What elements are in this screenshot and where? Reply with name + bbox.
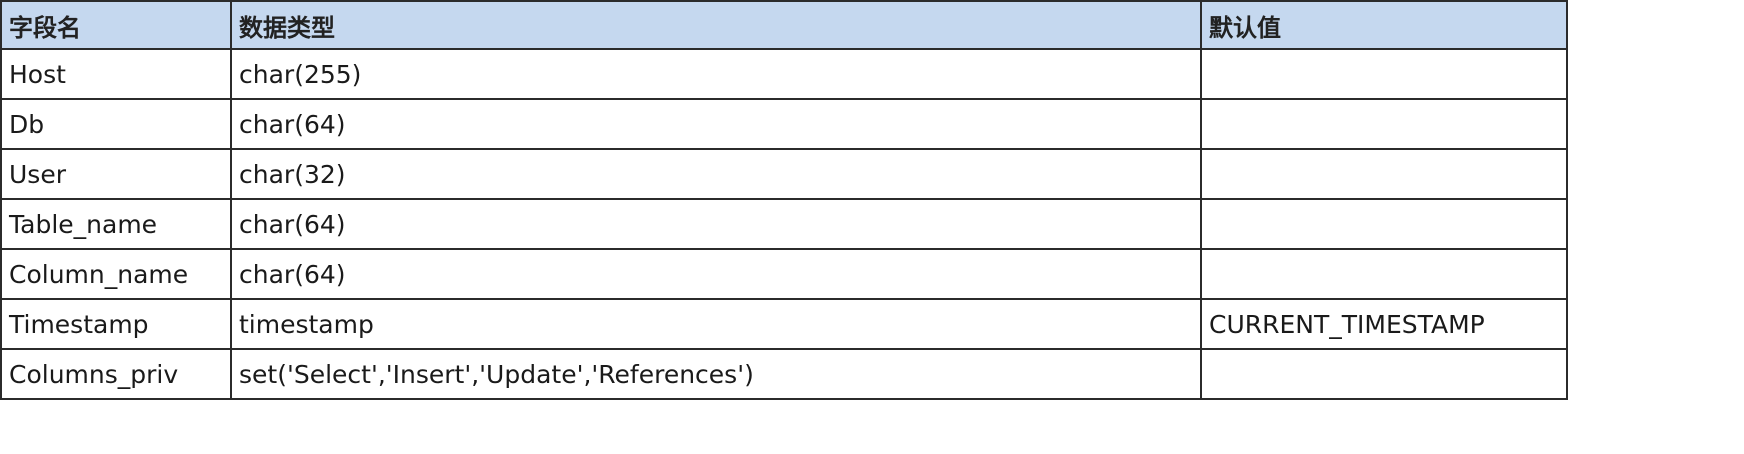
header-field-name: 字段名 [0, 0, 232, 50]
columns-priv-schema-table: 字段名 数据类型 默认值 Host char(255) Db char(64) … [0, 0, 1568, 400]
table-row: Table_name char(64) [0, 198, 1568, 250]
table-container: 字段名 数据类型 默认值 Host char(255) Db char(64) … [0, 0, 1568, 400]
cell-data-type: char(64) [230, 98, 1202, 150]
cell-field-name: Timestamp [0, 298, 232, 350]
cell-data-type: char(255) [230, 48, 1202, 100]
cell-default-value [1200, 348, 1568, 400]
table-row: Column_name char(64) [0, 248, 1568, 300]
cell-default-value: CURRENT_TIMESTAMP [1200, 298, 1568, 350]
cell-data-type: set('Select','Insert','Update','Referenc… [230, 348, 1202, 400]
table-row: Host char(255) [0, 48, 1568, 100]
cell-data-type: char(64) [230, 248, 1202, 300]
cell-field-name: Column_name [0, 248, 232, 300]
cell-default-value [1200, 98, 1568, 150]
table-body: Host char(255) Db char(64) User char(32)… [0, 48, 1568, 400]
cell-field-name: Table_name [0, 198, 232, 250]
table-row: User char(32) [0, 148, 1568, 200]
cell-default-value [1200, 48, 1568, 100]
header-data-type: 数据类型 [230, 0, 1202, 50]
cell-data-type: timestamp [230, 298, 1202, 350]
table-header: 字段名 数据类型 默认值 [0, 0, 1568, 50]
cell-default-value [1200, 198, 1568, 250]
header-row: 字段名 数据类型 默认值 [0, 0, 1568, 50]
cell-field-name: Host [0, 48, 232, 100]
cell-field-name: User [0, 148, 232, 200]
cell-field-name: Columns_priv [0, 348, 232, 400]
cell-default-value [1200, 248, 1568, 300]
table-row: Timestamp timestamp CURRENT_TIMESTAMP [0, 298, 1568, 350]
table-row: Columns_priv set('Select','Insert','Upda… [0, 348, 1568, 400]
header-default-value: 默认值 [1200, 0, 1568, 50]
cell-field-name: Db [0, 98, 232, 150]
cell-data-type: char(32) [230, 148, 1202, 200]
cell-default-value [1200, 148, 1568, 200]
table-row: Db char(64) [0, 98, 1568, 150]
cell-data-type: char(64) [230, 198, 1202, 250]
